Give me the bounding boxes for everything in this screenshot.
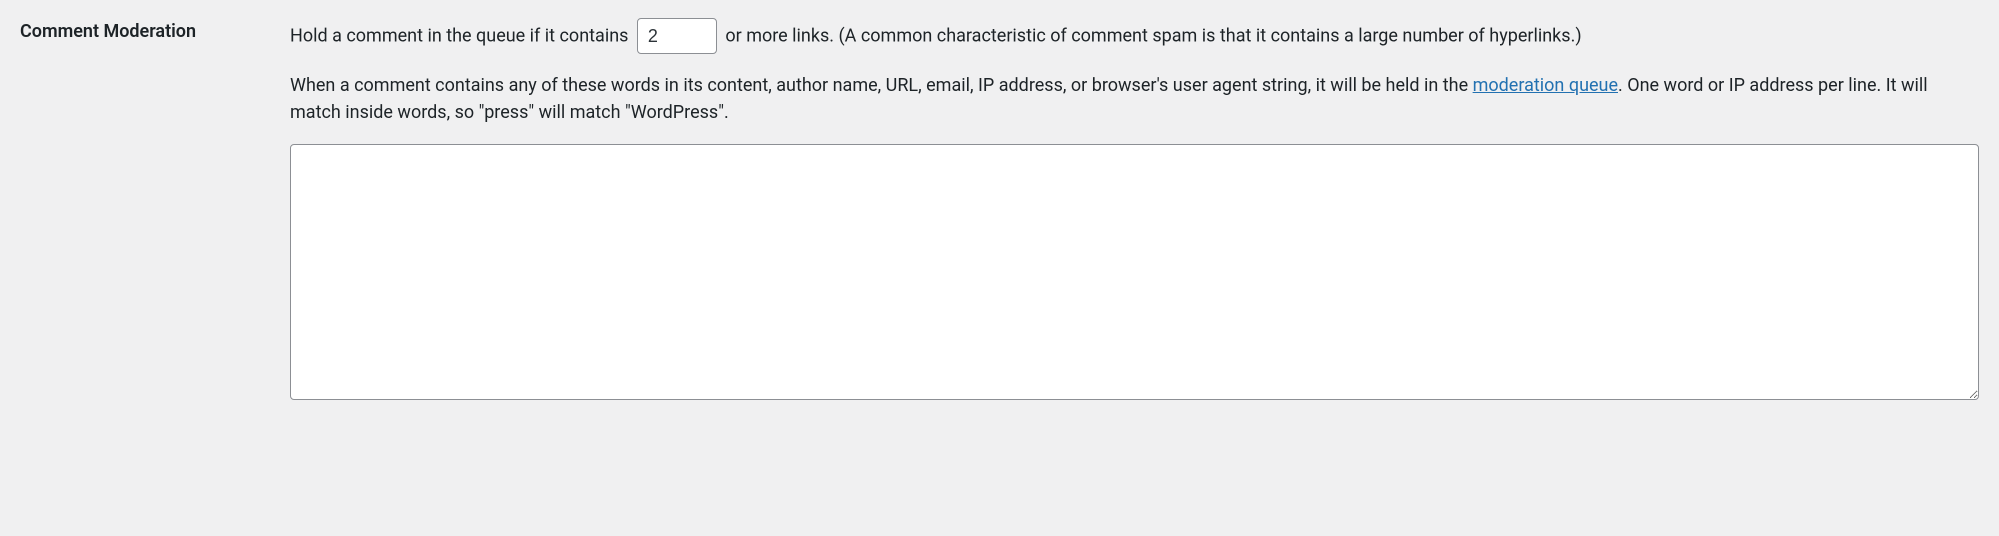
max-links-row: Hold a comment in the queue if it contai… (290, 18, 1979, 54)
moderation-keys-textarea[interactable] (290, 144, 1979, 400)
max-links-input[interactable] (637, 18, 717, 54)
comment-moderation-section: Comment Moderation Hold a comment in the… (20, 18, 1979, 408)
moderation-queue-link[interactable]: moderation queue (1473, 75, 1618, 96)
section-title: Comment Moderation (20, 21, 196, 42)
description-before-link: When a comment contains any of these wor… (290, 75, 1473, 96)
hold-text-before: Hold a comment in the queue if it contai… (290, 26, 633, 47)
hold-text-after: or more links. (A common characteristic … (725, 26, 1581, 47)
moderation-description: When a comment contains any of these wor… (290, 72, 1979, 126)
moderation-keys-row (290, 144, 1979, 408)
